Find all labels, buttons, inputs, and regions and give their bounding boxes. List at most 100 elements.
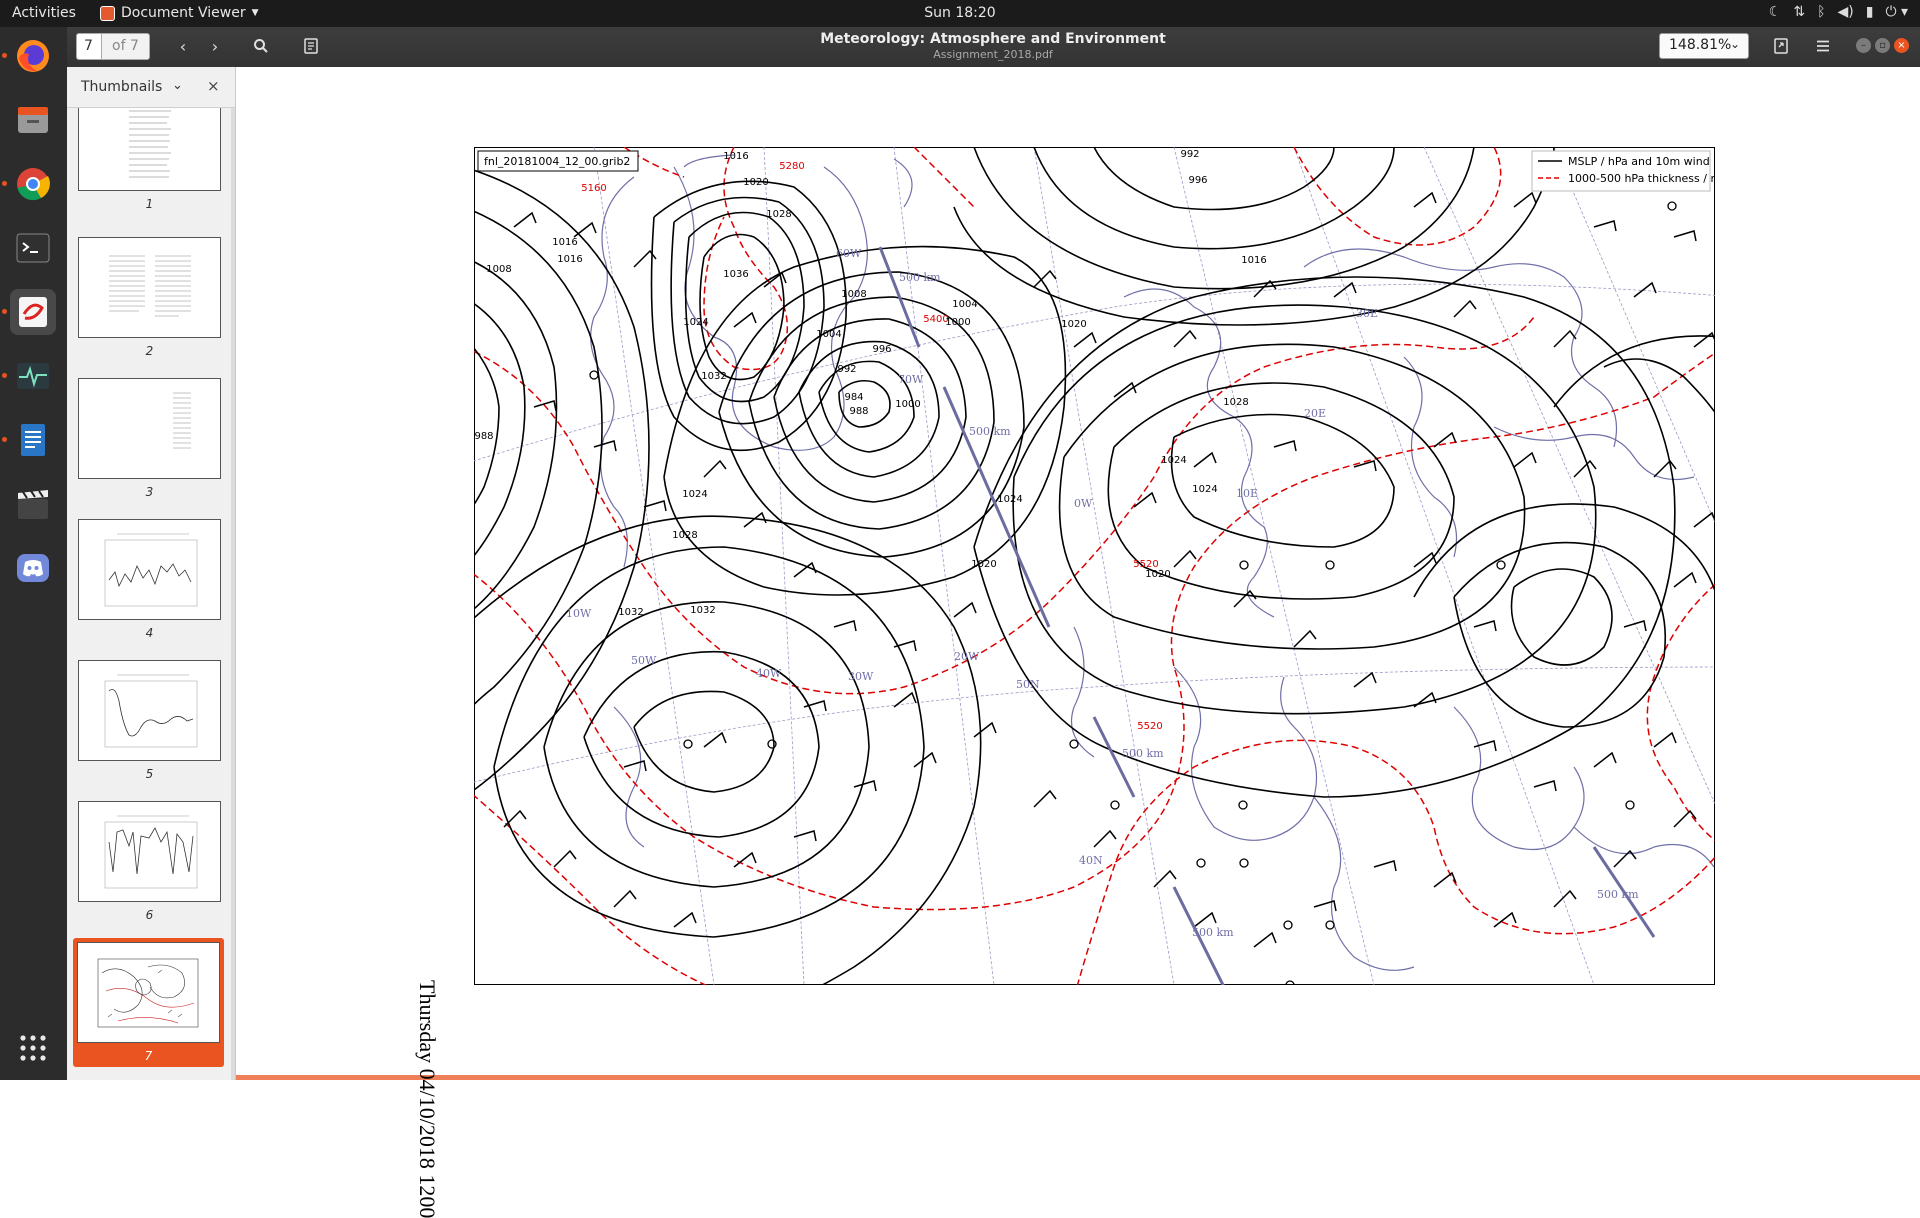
thumbnail-page-number: 6 <box>145 908 154 922</box>
menu-button[interactable] <box>1808 33 1838 60</box>
isobar-label: 1028 <box>672 530 697 541</box>
page-view-button[interactable] <box>1766 33 1796 60</box>
dock-system-monitor[interactable] <box>2 353 56 399</box>
dock <box>0 27 67 1080</box>
show-applications-button[interactable] <box>10 1025 56 1071</box>
scale-label: 500 km <box>899 271 941 284</box>
writer-icon <box>21 424 45 456</box>
thumbnail-page-6[interactable]: 6 <box>78 801 221 922</box>
lat-label: 50N <box>1016 678 1040 691</box>
scroll-indicator[interactable] <box>236 1075 1920 1080</box>
previous-page-button[interactable]: ‹ <box>168 33 198 60</box>
thumbnail-page-2[interactable]: 2 <box>78 237 221 358</box>
document-title: Meteorology: Atmosphere and Environment <box>820 31 1166 47</box>
top-bar: Activities Document Viewer ▼ Sun 18:20 ☾… <box>0 0 1920 27</box>
document-viewer-icon <box>100 5 115 21</box>
isobar-label: 1000 <box>945 317 970 328</box>
chevron-left-icon: ‹ <box>179 37 187 56</box>
isobar-label: 1024 <box>683 317 708 328</box>
firefox-icon <box>17 40 49 72</box>
lon-label: 10W <box>566 607 592 620</box>
thumbnail-page-number: 2 <box>145 344 154 358</box>
clock[interactable]: Sun 18:20 <box>924 5 995 21</box>
page-thumbnail <box>78 108 221 191</box>
close-icon: × <box>1897 40 1906 51</box>
isobar-label: 1000 <box>895 399 920 410</box>
thumbnail-page-1[interactable]: 1 <box>78 108 221 211</box>
page-thumbnail <box>78 801 221 902</box>
close-button[interactable]: × <box>1894 38 1909 53</box>
date-stamp: Thursday 04/10/2018 1200 <box>415 980 440 1218</box>
search-button[interactable] <box>246 33 276 60</box>
thumbnail-list[interactable]: 1 2 3 4 5 6 7 <box>67 108 235 1080</box>
dock-discord[interactable] <box>10 545 56 591</box>
lon-label: 30E <box>1356 307 1378 320</box>
isobar-label: 992 <box>1180 149 1199 160</box>
app-menu[interactable]: Document Viewer ▼ <box>100 5 259 21</box>
isobar-label: 1024 <box>682 489 707 500</box>
zoom-selector[interactable]: 148.81% ⌄ <box>1659 33 1749 59</box>
dock-chrome[interactable] <box>2 161 56 207</box>
document-viewer-icon <box>19 297 47 327</box>
dock-firefox[interactable] <box>2 33 56 79</box>
dock-writer[interactable] <box>2 417 56 463</box>
thumbnail-page-4[interactable]: 4 <box>78 519 221 640</box>
sidebar-scrollbar[interactable] <box>231 108 235 1080</box>
files-icon <box>18 107 48 133</box>
lon-label: 50W <box>631 654 657 667</box>
bluetooth-icon: ᛒ <box>1817 4 1826 20</box>
sidebar-title[interactable]: Thumbnails <box>81 79 162 95</box>
window-title: Meteorology: Atmosphere and Environment … <box>700 31 1286 61</box>
hamburger-menu-icon <box>1817 40 1829 52</box>
next-page-button[interactable]: › <box>200 33 230 60</box>
dock-document-viewer[interactable] <box>2 289 56 335</box>
scale-label: 500 km <box>1597 888 1639 901</box>
thumbnail-page-7[interactable]: 7 <box>73 938 224 1067</box>
minimize-button[interactable]: – <box>1856 38 1871 53</box>
thumbnail-page-5[interactable]: 5 <box>78 660 221 781</box>
annotate-icon <box>304 38 318 54</box>
annotations-button[interactable] <box>296 33 326 60</box>
isobar-label: 1016 <box>1241 255 1266 266</box>
lon-label: 30W <box>848 670 874 683</box>
dock-files[interactable] <box>10 97 56 143</box>
network-icon: ⇅ <box>1793 4 1806 20</box>
isobar-label: 996 <box>1188 175 1207 186</box>
thickness-label: 5280 <box>779 161 804 172</box>
isobar-label: 1016 <box>723 151 748 162</box>
thumbnail-page-number: 5 <box>145 767 154 781</box>
close-sidebar-button[interactable]: × <box>207 77 220 95</box>
isobar-label: 988 <box>474 431 493 442</box>
legend-mslp: MSLP / hPa and 10m wind <box>1568 155 1710 168</box>
lon-label: 20E <box>1304 407 1326 420</box>
thumbnail-page-number: 7 <box>144 1049 153 1063</box>
dock-terminal[interactable] <box>10 225 56 271</box>
chevron-down-icon[interactable]: ⌄ <box>172 78 183 93</box>
maximize-button[interactable]: ▫ <box>1875 38 1890 53</box>
chrome-icon <box>17 168 50 201</box>
zoom-value: 148.81% <box>1669 37 1732 53</box>
isobar-label: 1028 <box>1223 397 1248 408</box>
page-thumbnail <box>78 378 221 479</box>
app-menu-label: Document Viewer <box>121 5 246 21</box>
thumbnail-page-3[interactable]: 3 <box>78 378 221 499</box>
page-thumbnail <box>78 660 221 761</box>
isobar-label: 1004 <box>816 329 841 340</box>
chevron-down-icon: ⌄ <box>1729 37 1740 51</box>
system-tray[interactable]: ☾ ⇅ ᛒ ◀) ▮ ⏻ ▾ <box>1769 4 1908 20</box>
system-monitor-icon <box>17 363 49 389</box>
lon-label: 10E <box>1236 487 1258 500</box>
isobar-label: 1004 <box>952 299 977 310</box>
weather-chart: 1016 1020 5280 5160 1028 1008 1016 1036 … <box>474 147 1715 985</box>
scale-label: 500 km <box>1122 747 1164 760</box>
thumbnail-sidebar: Thumbnails ⌄ × 1 2 3 4 5 6 7 <box>67 67 236 1080</box>
activities-button[interactable]: Activities <box>12 5 76 21</box>
isobar-label: 1024 <box>1161 455 1186 466</box>
page-number-input[interactable]: 7 <box>76 33 102 60</box>
app-grid-icon <box>20 1035 46 1061</box>
document-filename: Assignment_2018.pdf <box>933 48 1053 61</box>
isobar-label: 1024 <box>997 494 1022 505</box>
dock-video-editor[interactable] <box>10 481 56 527</box>
isobar-label: 1016 <box>557 254 582 265</box>
isobar-label: 992 <box>837 364 856 375</box>
